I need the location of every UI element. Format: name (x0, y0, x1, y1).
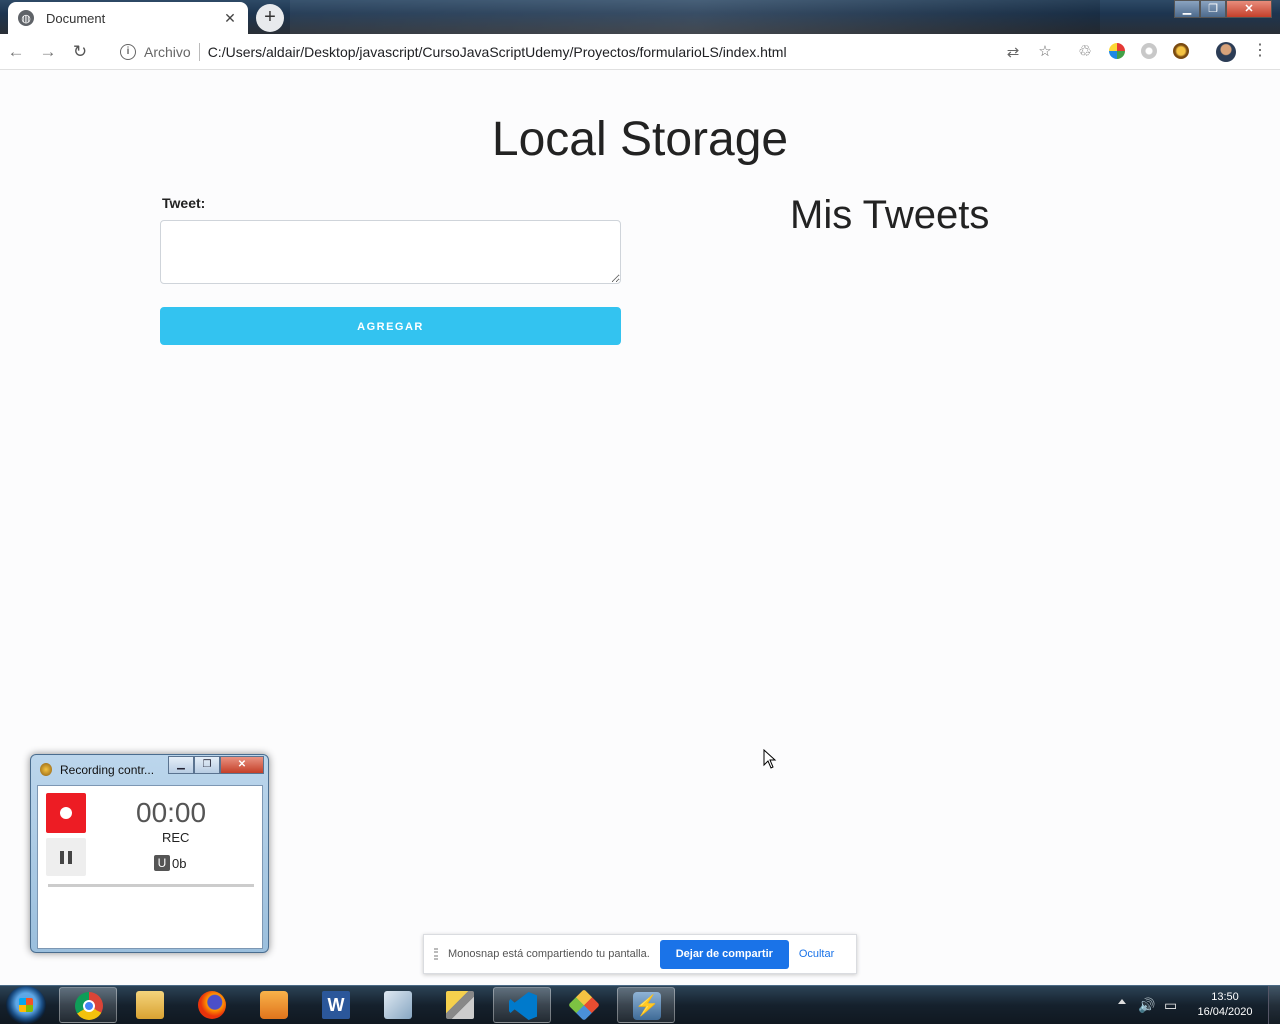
tab-close-icon[interactable]: ✕ (222, 10, 238, 27)
start-button[interactable] (6, 986, 46, 1024)
stop-sharing-button[interactable]: Dejar de compartir (659, 939, 789, 969)
hide-link[interactable]: Ocultar (799, 948, 834, 960)
chrome-icon (75, 992, 103, 1020)
window-controls: ▁ ❐ ✕ (1174, 0, 1272, 18)
taskbar-chrome[interactable] (59, 987, 117, 1023)
firefox-icon (198, 991, 226, 1019)
browser-tab[interactable]: ◍ Document ✕ (8, 2, 248, 34)
media-player-icon (260, 991, 288, 1019)
recording-body: 00:00 REC U 0b (37, 785, 263, 949)
translate-icon[interactable]: ⇄ (1004, 43, 1022, 61)
taskbar: W ⚡ 🔊 ▭ 13:50 16/04/2020 (0, 985, 1280, 1024)
profile-avatar[interactable] (1216, 42, 1236, 62)
taskbar-virtualbox[interactable] (369, 987, 427, 1023)
clock[interactable]: 13:50 16/04/2020 (1190, 990, 1260, 1020)
monosnap-app-icon (40, 763, 52, 776)
taskbar-firefox[interactable] (183, 987, 241, 1023)
recording-status: REC (162, 830, 190, 845)
drag-handle-icon[interactable] (434, 948, 438, 960)
tools-icon (446, 991, 474, 1019)
new-tab-button[interactable]: + (256, 4, 284, 32)
pause-button[interactable] (46, 838, 86, 876)
taskbar-word[interactable]: W (307, 987, 365, 1023)
browser-titlebar: ◍ Document ✕ + ▁ ❐ ✕ (0, 0, 1280, 34)
recording-close-button[interactable]: ✕ (220, 756, 264, 774)
star-icon[interactable]: ☆ (1036, 42, 1054, 60)
security-label: Archivo (144, 44, 191, 60)
clock-date: 16/04/2020 (1197, 1006, 1253, 1018)
record-button[interactable] (46, 793, 86, 833)
reload-icon[interactable]: ↻ (64, 42, 96, 62)
word-icon: W (322, 991, 350, 1019)
recording-minimize-button[interactable]: ▁ (168, 756, 194, 774)
tweet-label: Tweet: (162, 195, 206, 211)
recording-title: Recording contr... (60, 763, 155, 777)
recording-control-window: Recording contr... ▁ ❐ ✕ 00:00 REC U 0b (30, 754, 269, 953)
volume-icon[interactable]: 🔊 (1138, 997, 1155, 1014)
git-icon (568, 989, 600, 1021)
back-arrow-icon[interactable]: ← (0, 42, 32, 62)
recording-size: 0b (172, 856, 187, 871)
clock-time: 13:50 (1211, 991, 1239, 1003)
omnibox-divider (198, 43, 200, 61)
taskbar-media-player[interactable] (245, 987, 303, 1023)
upload-badge: U (154, 855, 170, 871)
recording-window-controls: ▁ ❐ ✕ (168, 756, 264, 774)
address-bar[interactable]: i Archivo C:/Users/aldair/Desktop/javasc… (110, 38, 1065, 66)
recording-maximize-button[interactable]: ❐ (194, 756, 220, 774)
taskbar-tools[interactable] (431, 987, 489, 1023)
vscode-icon (509, 992, 537, 1020)
show-hidden-icons-icon[interactable] (1118, 999, 1126, 1004)
monosnap-icon[interactable] (1173, 43, 1189, 59)
mouse-cursor-icon (763, 749, 777, 769)
info-icon[interactable]: i (120, 44, 136, 60)
color-wheel-icon[interactable] (1109, 43, 1125, 59)
minimize-button[interactable]: ▁ (1174, 0, 1200, 18)
recycle-icon[interactable]: ♲ (1076, 42, 1094, 60)
recording-timer: 00:00 (136, 797, 207, 828)
recording-progress-bar (48, 884, 254, 887)
show-desktop-button[interactable] (1268, 986, 1280, 1024)
virtualbox-icon (384, 991, 412, 1019)
network-icon[interactable]: ▭ (1164, 997, 1177, 1014)
maximize-button[interactable]: ❐ (1200, 0, 1226, 18)
globe-icon: ◍ (18, 10, 34, 26)
menu-icon[interactable]: ⋮ (1252, 40, 1268, 60)
share-message: Monosnap está compartiendo tu pantalla. (448, 948, 650, 960)
taskbar-explorer[interactable] (121, 987, 179, 1023)
taskbar-monosnap[interactable]: ⚡ (617, 987, 675, 1023)
windows-logo-icon (19, 998, 33, 1012)
screen-share-notification: Monosnap está compartiendo tu pantalla. … (423, 934, 857, 974)
add-tweet-button[interactable]: AGREGAR (160, 307, 621, 345)
monosnap-icon: ⚡ (633, 992, 661, 1020)
taskbar-vscode[interactable] (493, 987, 551, 1023)
recording-titlebar[interactable]: Recording contr... ▁ ❐ ✕ (31, 755, 268, 783)
tweet-input[interactable] (160, 220, 621, 284)
explorer-icon (136, 991, 164, 1019)
url-text[interactable]: C:/Users/aldair/Desktop/javascript/Curso… (208, 44, 787, 60)
extension-icon[interactable] (1141, 43, 1157, 59)
forward-arrow-icon[interactable]: → (32, 42, 64, 62)
tab-title: Document (46, 10, 106, 26)
page-title: Local Storage (491, 113, 789, 166)
my-tweets-title: Mis Tweets (790, 193, 990, 237)
taskbar-git[interactable] (555, 987, 613, 1023)
close-window-button[interactable]: ✕ (1226, 0, 1272, 18)
